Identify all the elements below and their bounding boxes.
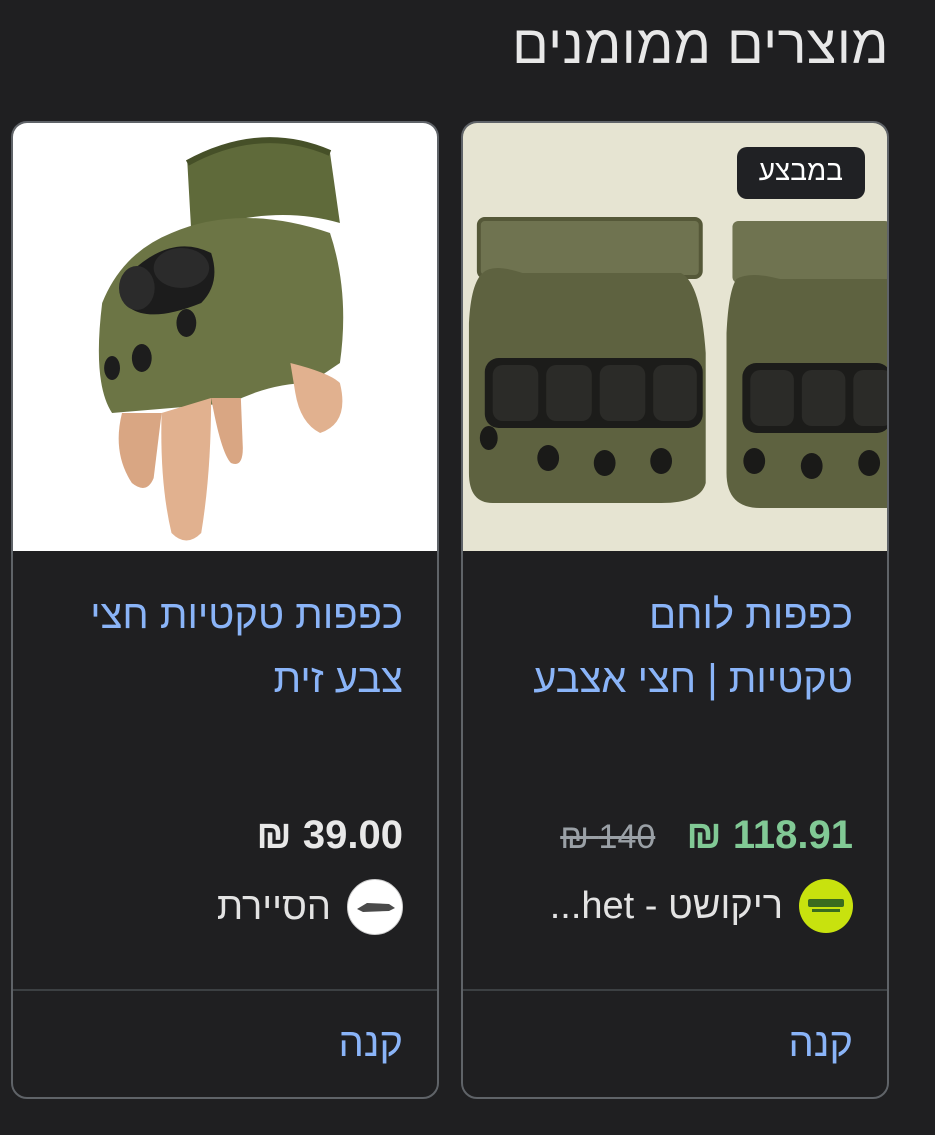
product-title-2[interactable]: כפפות טקטיות חצי צבע זית [37, 583, 403, 711]
divider [13, 989, 437, 991]
product-title-1-line1[interactable]: כפפות לוחם [649, 593, 853, 637]
price-row-1: 118.91 ₪ 140 ₪ [487, 813, 853, 858]
merchant-2[interactable]: הסיירת [37, 879, 403, 935]
product-title-2-line1[interactable]: כפפות טקטיות חצי [90, 593, 403, 637]
merchant-1[interactable]: ריקושט - het... [487, 879, 853, 933]
merchant-logo-icon [347, 879, 403, 935]
merchant-logo-icon [799, 879, 853, 933]
merchant-name: ריקושט - het... [549, 884, 783, 927]
glove-on-hand-photo [13, 123, 437, 551]
price-row-2: 39.00 ₪ [37, 813, 403, 858]
buy-button[interactable]: קנה [788, 1021, 853, 1066]
product-title-2-line2[interactable]: צבע זית [274, 657, 403, 701]
buy-button[interactable]: קנה [338, 1021, 403, 1066]
product-title-1[interactable]: כפפות לוחם טקטיות | חצי אצבע [487, 583, 853, 711]
section-title: מוצרים ממומנים [512, 15, 889, 75]
price: 39.00 ₪ [256, 813, 403, 857]
original-price: 140 ₪ [560, 818, 656, 856]
divider [463, 989, 887, 991]
product-card-1[interactable]: במבצע כפפות לוחם טקטיות | חצי אצבע 118.9… [461, 121, 889, 1099]
product-card-2[interactable]: כפפות טקטיות חצי צבע זית 39.00 ₪ הסיירת … [11, 121, 439, 1099]
product-image-1[interactable]: במבצע [463, 123, 887, 551]
product-image-2[interactable] [13, 123, 437, 551]
product-title-1-line2[interactable]: טקטיות | חצי אצבע [533, 657, 853, 701]
sale-badge: במבצע [736, 147, 865, 199]
sale-price: 118.91 ₪ [686, 813, 853, 857]
merchant-name: הסיירת [216, 885, 331, 928]
